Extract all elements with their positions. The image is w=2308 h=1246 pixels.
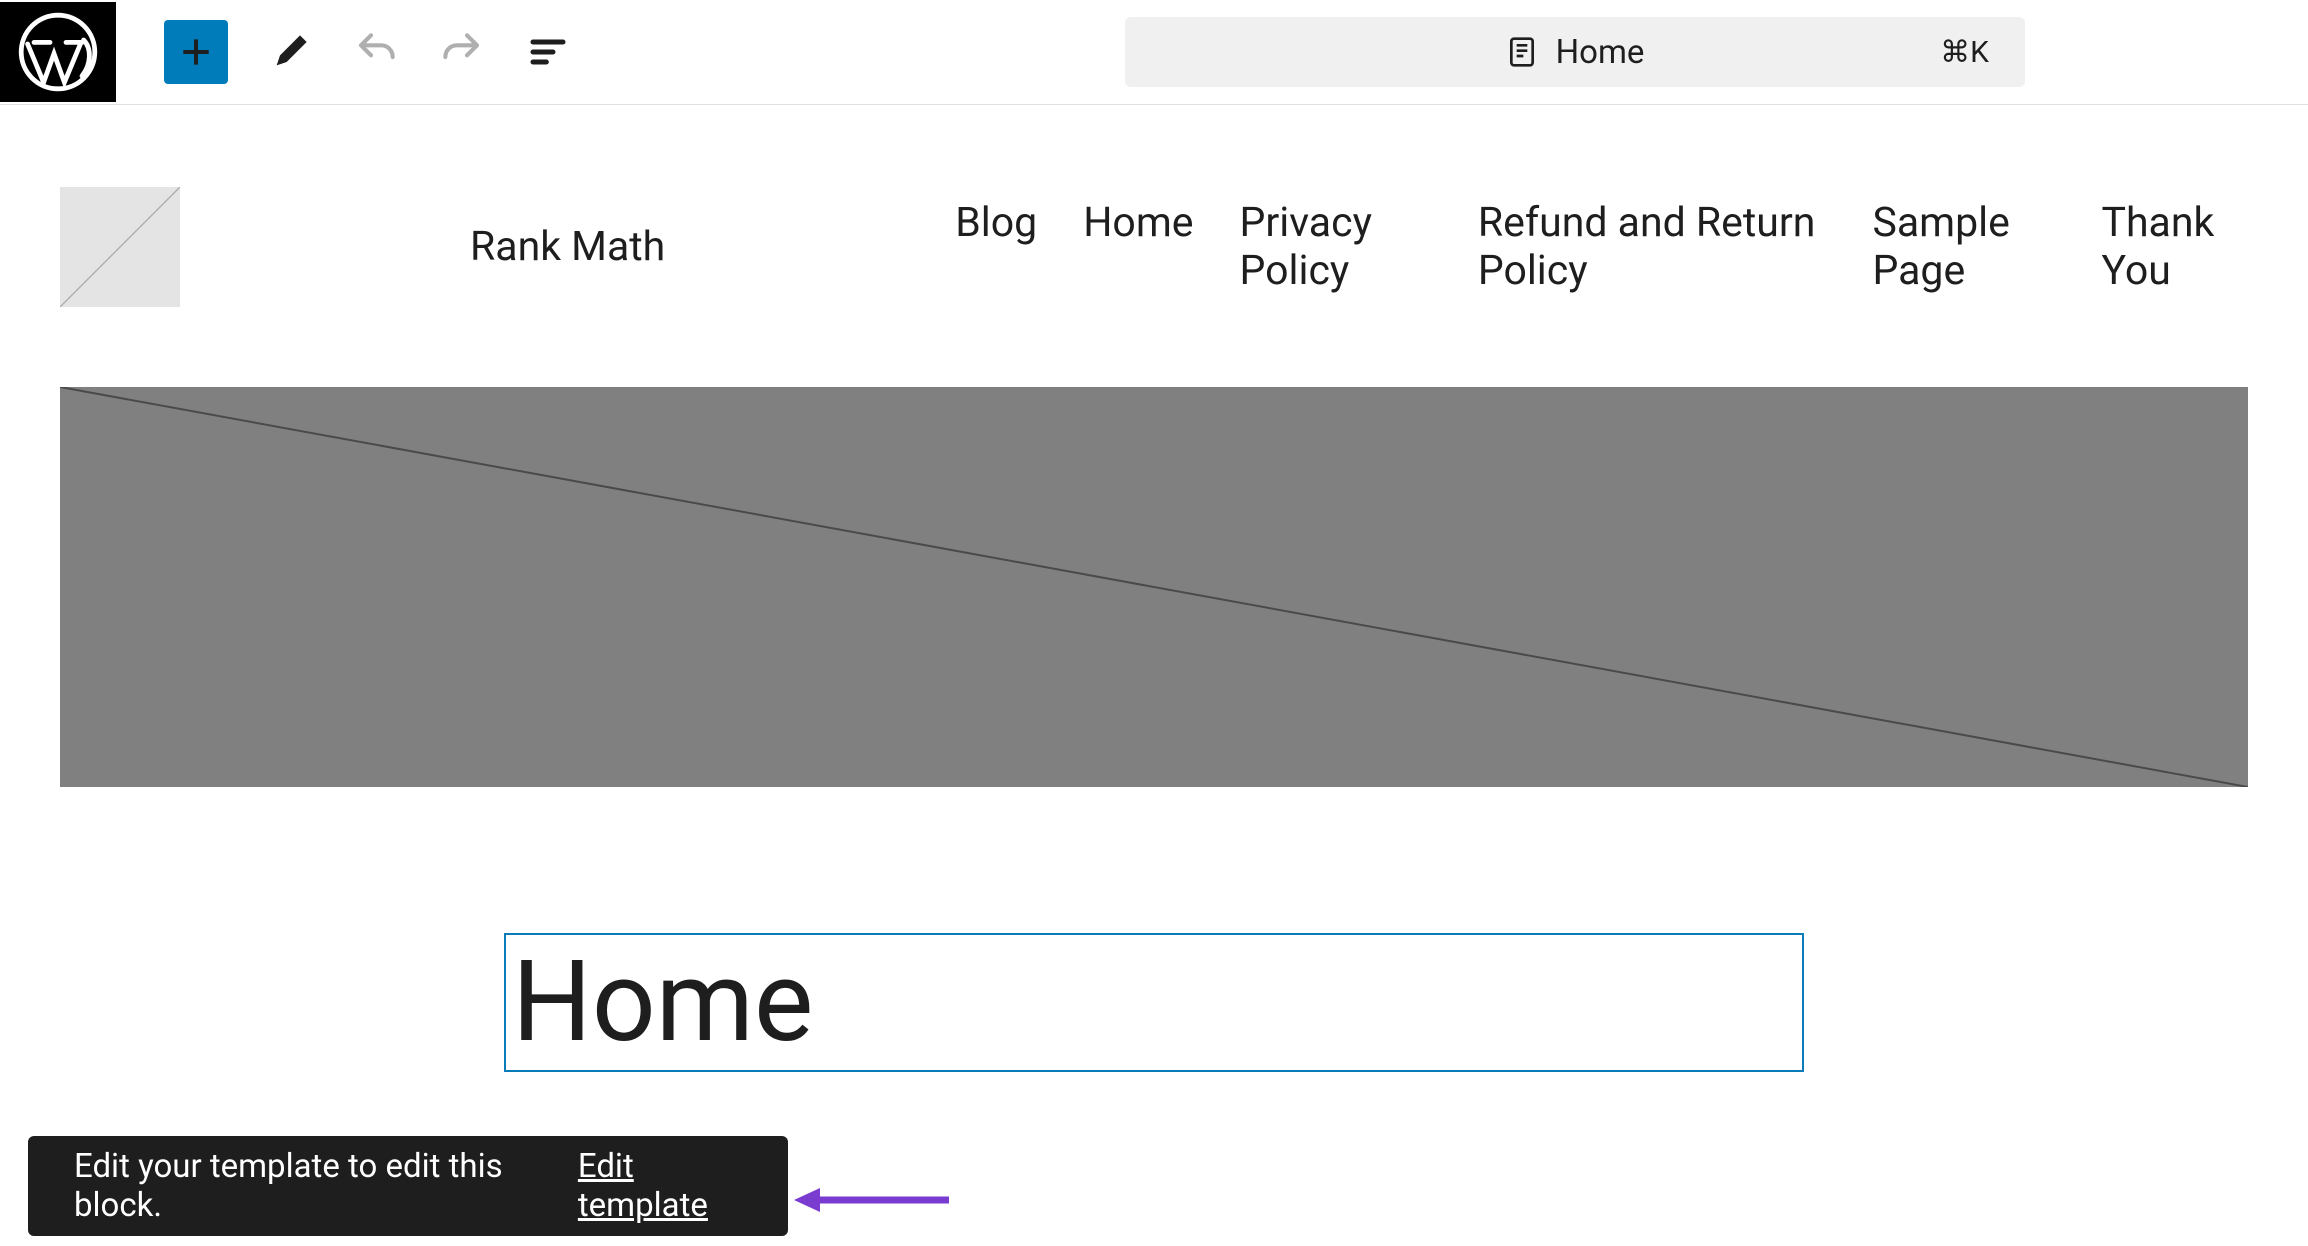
list-view-icon — [528, 32, 568, 72]
edit-template-link[interactable]: Edit template — [578, 1147, 742, 1225]
redo-button[interactable] — [438, 28, 486, 76]
plus-icon — [177, 33, 215, 71]
snackbar-message: Edit your template to edit this block. — [74, 1147, 518, 1225]
add-block-button[interactable] — [164, 20, 228, 84]
document-overview-button[interactable] — [524, 28, 572, 76]
site-header-right: Blog Home Privacy Policy Refund and Retu… — [955, 199, 2248, 295]
undo-button[interactable] — [352, 28, 400, 76]
wordpress-logo-button[interactable] — [0, 2, 116, 102]
snackbar: Edit your template to edit this block. E… — [28, 1136, 788, 1236]
site-title[interactable]: Rank Math — [470, 223, 665, 271]
page-title-wrap: Home — [60, 933, 2248, 1072]
page-title-text: Home — [512, 941, 1796, 1064]
undo-icon — [356, 32, 396, 72]
site-header: Rank Math Blog Home Privacy Policy Refun… — [60, 187, 2248, 307]
page-title-block[interactable]: Home — [504, 933, 1804, 1072]
nav-item-thankyou[interactable]: Thank You — [2102, 199, 2248, 295]
page-icon — [1506, 36, 1538, 68]
redo-icon — [442, 32, 482, 72]
featured-image-placeholder[interactable] — [60, 387, 2248, 787]
arrow-left-icon — [794, 1180, 954, 1220]
nav-item-blog[interactable]: Blog — [955, 199, 1037, 295]
page-selector-main: Home — [1506, 33, 1645, 72]
page-selector-label: Home — [1556, 33, 1645, 72]
editor-toolbar: Home ⌘K — [0, 0, 2308, 105]
site-navigation: Blog Home Privacy Policy Refund and Retu… — [955, 199, 2248, 295]
page-selector[interactable]: Home ⌘K — [1125, 17, 2025, 87]
placeholder-diagonal-icon — [60, 387, 2248, 787]
toolbar-center: Home ⌘K — [572, 17, 2308, 87]
annotation-arrow — [794, 1180, 954, 1224]
nav-item-refund[interactable]: Refund and Return Policy — [1478, 199, 1827, 295]
editor-canvas: Rank Math Blog Home Privacy Policy Refun… — [0, 105, 2308, 1072]
page-selector-shortcut: ⌘K — [1940, 35, 1989, 70]
nav-item-home[interactable]: Home — [1083, 199, 1193, 295]
toolbar-left-group — [116, 20, 572, 84]
pencil-icon — [270, 32, 310, 72]
tools-button[interactable] — [266, 28, 314, 76]
wordpress-icon — [18, 12, 98, 92]
nav-item-privacy[interactable]: Privacy Policy — [1240, 199, 1432, 295]
site-logo-placeholder[interactable] — [60, 187, 180, 307]
nav-item-sample[interactable]: Sample Page — [1872, 199, 2055, 295]
